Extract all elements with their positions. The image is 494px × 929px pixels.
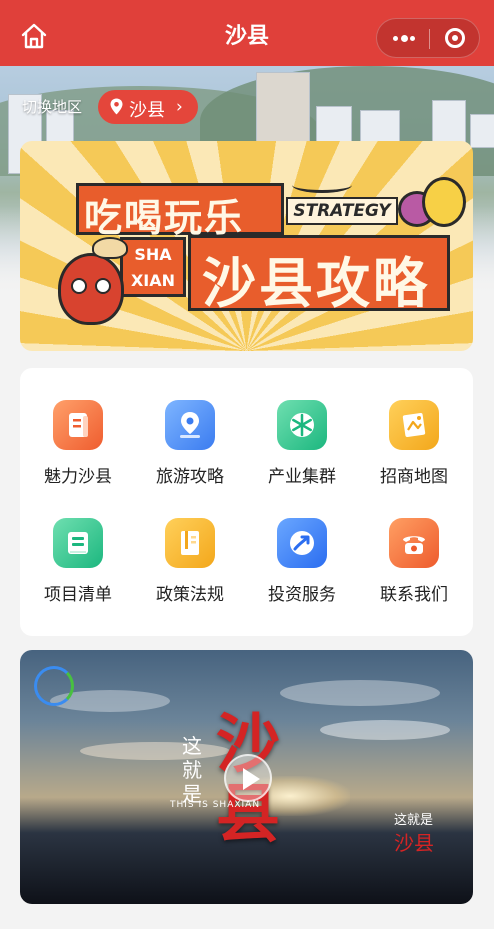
dumpling-icon bbox=[92, 237, 128, 259]
banner-title-line2: 沙县攻略 bbox=[202, 252, 430, 315]
top-nav-bar: 沙县 bbox=[0, 0, 494, 66]
menu-item-contact-us[interactable]: 联系我们 bbox=[366, 490, 462, 605]
menu-item-investment-service[interactable]: 投资服务 bbox=[254, 490, 350, 605]
banner-strategy-badge: STRATEGY bbox=[286, 197, 398, 225]
document-icon bbox=[53, 400, 103, 450]
switch-region-label[interactable]: 切换地区 bbox=[22, 96, 82, 117]
map-icon bbox=[389, 400, 439, 450]
more-dots-icon[interactable] bbox=[377, 19, 429, 57]
video-corner-white: 这就是 bbox=[394, 813, 434, 828]
menu-item-industry-cluster[interactable]: 产业集群 bbox=[254, 372, 350, 487]
city-selector-button[interactable]: 沙县 › bbox=[98, 90, 198, 124]
home-icon[interactable] bbox=[20, 22, 48, 50]
growth-arrow-icon bbox=[277, 518, 327, 568]
menu-item-label: 投资服务 bbox=[268, 585, 336, 605]
menu-item-label: 魅力沙县 bbox=[44, 467, 112, 487]
feature-menu-card: 魅力沙县 旅游攻略 产业集群 招商地图 项目清单 政策法规 投资服务 联系我们 bbox=[20, 368, 473, 636]
location-pin-icon bbox=[110, 98, 123, 115]
play-icon[interactable] bbox=[224, 754, 272, 802]
miniprogram-capsule bbox=[376, 18, 480, 58]
phone-icon bbox=[389, 518, 439, 568]
close-target-icon[interactable] bbox=[430, 19, 480, 57]
menu-item-tour-guide[interactable]: 旅游攻略 bbox=[142, 372, 238, 487]
menu-item-charm[interactable]: 魅力沙县 bbox=[30, 372, 126, 487]
mascot-left-icon bbox=[58, 253, 124, 325]
arrow-doodle bbox=[292, 177, 352, 193]
menu-item-label: 产业集群 bbox=[268, 467, 336, 487]
map-pin-icon bbox=[165, 400, 215, 450]
menu-item-investment-map[interactable]: 招商地图 bbox=[366, 372, 462, 487]
brand-logo-icon bbox=[34, 666, 74, 706]
video-side-text: 这就是 bbox=[182, 734, 202, 806]
banner-shaxian-badge: SHA XIAN bbox=[120, 237, 186, 297]
menu-item-policy[interactable]: 政策法规 bbox=[142, 490, 238, 605]
video-corner-mark: 这就是 沙县 bbox=[394, 810, 450, 854]
current-city-label: 沙县 bbox=[129, 100, 165, 121]
promo-video-player[interactable]: 这就是 沙 县 THIS IS SHAXIAN 这就是 沙县 bbox=[20, 650, 473, 904]
menu-item-label: 政策法规 bbox=[156, 585, 224, 605]
video-corner-red: 沙县 bbox=[394, 831, 434, 855]
chevron-right-icon: › bbox=[176, 97, 183, 117]
list-icon bbox=[53, 518, 103, 568]
mascot-yellow-icon bbox=[422, 177, 466, 227]
snowflake-icon bbox=[277, 400, 327, 450]
menu-item-project-list[interactable]: 项目清单 bbox=[30, 490, 126, 605]
menu-item-label: 招商地图 bbox=[380, 467, 448, 487]
book-icon bbox=[165, 518, 215, 568]
strategy-banner[interactable]: 吃喝玩乐 STRATEGY 沙县攻略 SHA XIAN bbox=[20, 141, 473, 351]
menu-item-label: 旅游攻略 bbox=[156, 467, 224, 487]
menu-item-label: 联系我们 bbox=[380, 585, 448, 605]
banner-title-line1: 吃喝玩乐 bbox=[84, 196, 245, 240]
menu-item-label: 项目清单 bbox=[44, 585, 112, 605]
